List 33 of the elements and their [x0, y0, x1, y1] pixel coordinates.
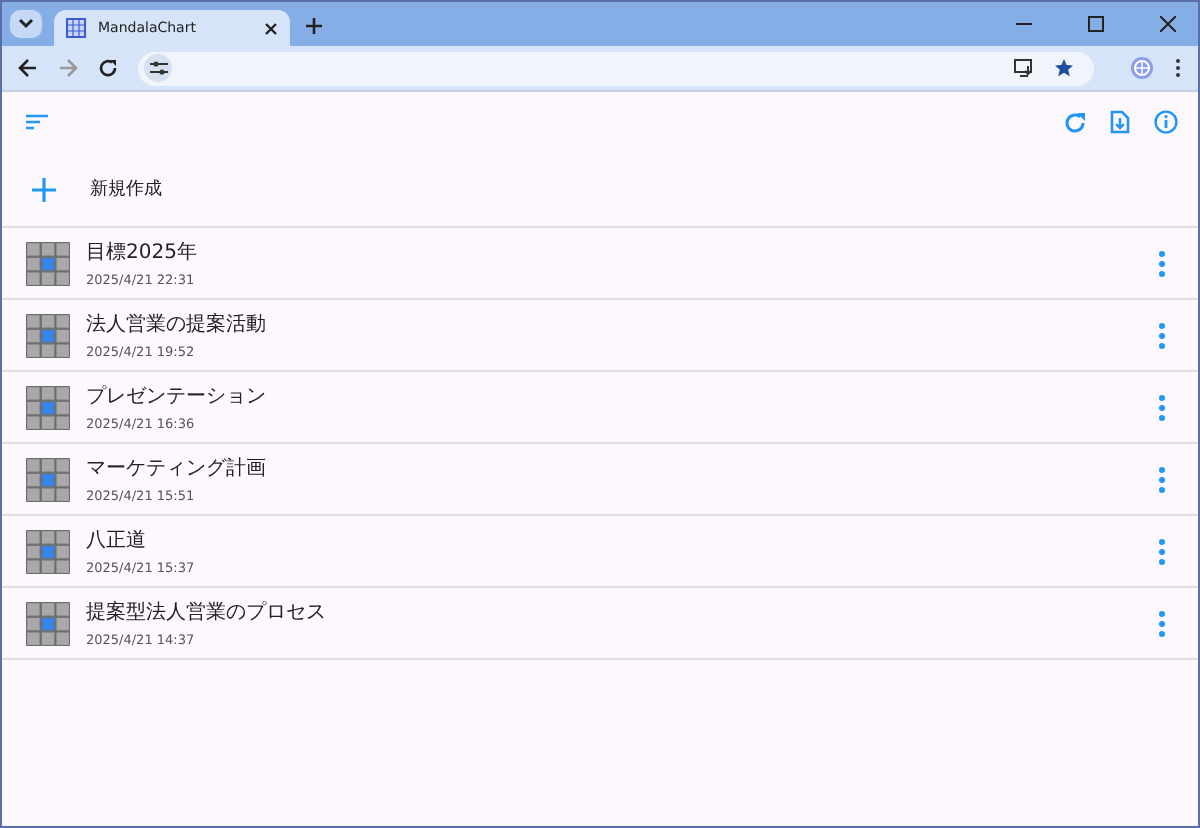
close-icon[interactable] — [264, 21, 278, 35]
chevron-down-icon — [18, 18, 34, 30]
maximize-icon[interactable] — [1088, 16, 1104, 32]
tab-list-button[interactable] — [10, 10, 42, 38]
install-app-icon[interactable] — [1014, 58, 1034, 78]
back-icon[interactable] — [18, 58, 38, 78]
grid-thumbnail-icon — [26, 241, 70, 285]
plus-icon — [32, 177, 56, 201]
sort-icon[interactable] — [26, 114, 48, 130]
chart-title: 目標2025年 — [86, 239, 199, 266]
chart-title: 八正道 — [86, 528, 148, 554]
reload-icon[interactable] — [98, 58, 118, 78]
chart-title: 法人営業の提案活動 — [86, 311, 268, 338]
forward-icon[interactable] — [58, 58, 78, 78]
grid-thumbnail-icon — [26, 313, 70, 357]
file-import-icon[interactable] — [1110, 110, 1130, 134]
star-icon[interactable] — [1054, 58, 1074, 78]
site-settings-icon[interactable] — [144, 54, 172, 82]
close-icon[interactable] — [1160, 16, 1176, 32]
profile-icon[interactable] — [1130, 56, 1154, 80]
new-tab-icon[interactable] — [306, 18, 322, 34]
grid-thumbnail-icon — [26, 529, 70, 573]
new-chart-button[interactable]: 新規作成 — [2, 152, 1198, 228]
info-icon[interactable] — [1154, 110, 1178, 134]
chart-title: マーケティング計画 — [86, 455, 268, 482]
chart-title: プレゼンテーション — [86, 383, 268, 410]
chart-title: 提案型法人営業のプロセス — [86, 599, 328, 626]
grid-thumbnail-icon — [26, 601, 70, 645]
grid-thumbnail-icon — [26, 385, 70, 429]
grid-thumbnail-icon — [26, 457, 70, 501]
grid-icon — [66, 18, 86, 38]
refresh-icon[interactable] — [1064, 111, 1086, 133]
more-vertical-icon[interactable] — [1174, 58, 1182, 78]
